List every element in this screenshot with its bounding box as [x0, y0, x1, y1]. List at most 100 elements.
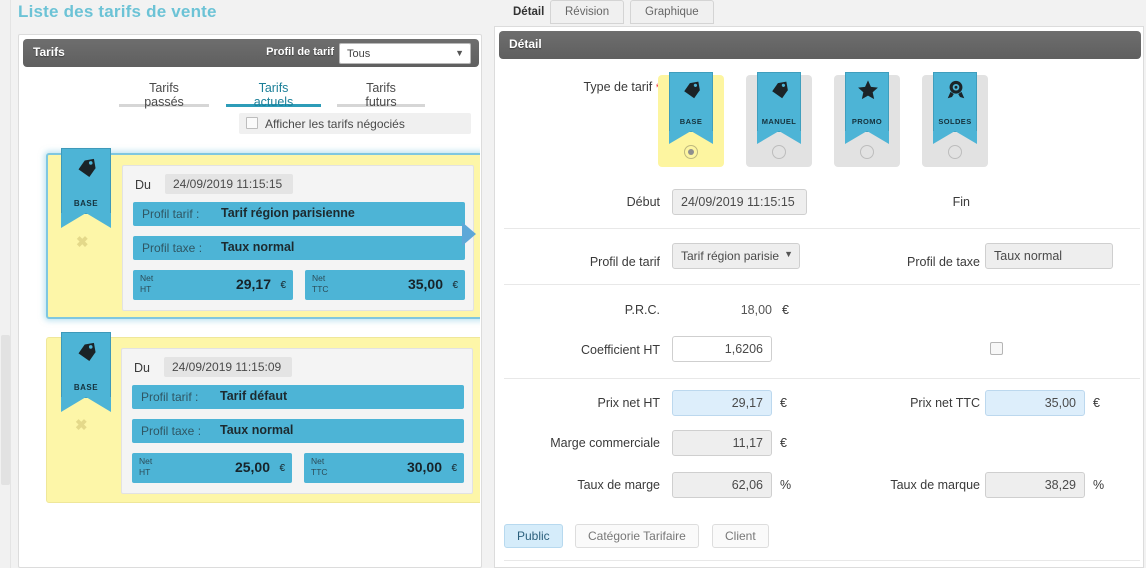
detail-panel-header: Détail: [499, 31, 1141, 59]
tarif-card-1-net-ht-l2: HT: [140, 284, 152, 294]
tab-detail-label: Détail: [513, 6, 545, 18]
type-tile-manuel[interactable]: MANUEL: [746, 72, 812, 167]
close-icon[interactable]: ✖: [76, 233, 89, 251]
marge-commerciale-unit: €: [780, 436, 787, 450]
price-tag-icon: [78, 342, 96, 361]
tarif-card-2[interactable]: BASE ✖ Du 24/09/2019 11:15:09 Profil tar…: [46, 332, 480, 503]
tarif-card-2-net-ttc-currency: €: [451, 463, 457, 474]
afficher-tarifs-negocies-row[interactable]: Afficher les tarifs négociés: [239, 113, 471, 134]
coefficient-ht-input[interactable]: 1,6206: [672, 336, 772, 362]
bottom-tab-categorie-tarifaire[interactable]: Catégorie Tarifaire: [575, 524, 699, 548]
divider-3: [504, 378, 1140, 379]
taux-de-marque-label: Taux de marque: [890, 478, 980, 492]
tarif-card-2-ribbon: BASE: [61, 332, 111, 412]
type-tile-promo-radio[interactable]: [860, 145, 874, 159]
type-tile-soldes-radio[interactable]: [948, 145, 962, 159]
profil-de-taxe-input: Taux normal: [985, 243, 1113, 269]
taux-de-marge-unit: %: [780, 478, 792, 492]
prix-net-ttc-input[interactable]: 35,00: [985, 390, 1085, 416]
tarif-card-2-profil-tarif-label: Profil tarif :: [141, 390, 199, 404]
tarif-card-1-ribbon: BASE: [61, 148, 111, 228]
tarif-card-1-net-ttc-value: 35,00: [407, 276, 443, 292]
type-tile-base-radio[interactable]: [684, 145, 698, 159]
chevron-down-icon: ▼: [784, 249, 793, 259]
type-tile-manuel-radio[interactable]: [772, 145, 786, 159]
tarif-card-1-net-ttc: Net TTC 35,00 €: [305, 270, 465, 300]
profil-tarif-filter-select[interactable]: Tous ▼: [339, 43, 471, 64]
tab-graphique[interactable]: Graphique: [630, 0, 714, 24]
close-icon[interactable]: ✖: [75, 416, 88, 434]
prix-net-ht-label: Prix net HT: [597, 396, 660, 410]
bottom-tab-public[interactable]: Public: [504, 524, 563, 548]
tarif-card-1-profil-tarif-value: Tarif région parisienne: [221, 206, 355, 220]
divider-1: [504, 228, 1140, 229]
window-scrollbar[interactable]: [0, 0, 11, 568]
right-panel: Détail Révision Graphique Détail Type de…: [490, 0, 1146, 568]
tab-tarifs-actuels[interactable]: Tarifs actuels: [226, 77, 321, 109]
price-tag-icon: [684, 81, 700, 99]
application-window: Liste des tarifs de vente Tarifs Profil …: [0, 0, 1146, 568]
page-title: Liste des tarifs de vente: [18, 2, 217, 21]
debut-input[interactable]: 24/09/2019 11:15:15: [672, 189, 807, 215]
price-tag-icon: [772, 81, 788, 99]
tarif-card-2-net-ht-l1: Net: [139, 456, 153, 466]
tarif-card-1-body: Du 24/09/2019 11:15:15 Profil tarif : Ta…: [122, 165, 474, 311]
prix-net-ht-unit: €: [780, 396, 787, 410]
type-tile-base-ribbon: BASE: [669, 72, 713, 144]
tarif-card-1-profil-tarif-label: Profil tarif :: [142, 207, 200, 221]
profil-tarif-filter-value: Tous: [347, 48, 371, 60]
type-tile-base-label: BASE: [679, 117, 703, 126]
prc-value: 18,00: [740, 303, 772, 317]
tarif-card-2-profil-taxe-value: Taux normal: [220, 423, 294, 437]
afficher-tarifs-negocies-checkbox[interactable]: [246, 117, 258, 129]
divider-4: [504, 560, 1140, 561]
coefficient-ht-label: Coefficient HT: [581, 343, 660, 357]
tarif-card-1-profil-tarif: Profil tarif : Tarif région parisienne: [133, 202, 465, 226]
type-tile-soldes[interactable]: SOLDES: [922, 72, 988, 167]
type-tile-manuel-ribbon: MANUEL: [757, 72, 801, 144]
tarif-card-2-ribbon-label: BASE: [73, 383, 99, 392]
tarif-card-2-net-ttc-l2: TTC: [311, 467, 328, 477]
tarif-card-2-net-ht-l2: HT: [139, 467, 151, 477]
tarif-card-2-du-label: Du: [134, 361, 150, 375]
tarifs-list-scroll-area[interactable]: BASE ✖ Du 24/09/2019 11:15:15 Profil tar…: [25, 139, 480, 563]
tab-tarifs-futurs[interactable]: Tarifs futurs: [337, 77, 425, 109]
tarif-card-2-net-ht: Net HT 25,00 €: [132, 453, 292, 483]
award-rosette-icon: [947, 80, 965, 99]
tab-revision-label: Révision: [565, 6, 610, 18]
profil-de-tarif-select[interactable]: Tarif région parisie ▼: [672, 243, 800, 269]
window-scrollbar-thumb[interactable]: [1, 335, 10, 485]
bottom-tab-public-label: Public: [517, 529, 550, 543]
coefficient-ht-checkbox[interactable]: [990, 342, 1003, 355]
taux-de-marque-input: 38,29: [985, 472, 1085, 498]
profil-de-tarif-value: Tarif région parisie: [681, 249, 780, 263]
bottom-tab-client[interactable]: Client: [712, 524, 769, 548]
tarif-card-1-net-ht-currency: €: [280, 280, 286, 291]
tarif-card-2-profil-tarif-value: Tarif défaut: [220, 389, 288, 403]
tarif-card-1-net-ht-l1: Net: [140, 273, 154, 283]
type-tile-promo[interactable]: PROMO: [834, 72, 900, 167]
tab-tarifs-passes[interactable]: Tarifs passés: [119, 77, 209, 109]
taux-de-marge-input: 62,06: [672, 472, 772, 498]
tab-revision[interactable]: Révision: [550, 0, 625, 24]
type-tile-soldes-ribbon: SOLDES: [933, 72, 977, 144]
prc-label: P.R.C.: [624, 303, 660, 317]
tarif-card-2-body: Du 24/09/2019 11:15:09 Profil tarif : Ta…: [121, 348, 473, 494]
marge-commerciale-label: Marge commerciale: [550, 436, 660, 450]
tarif-card-1[interactable]: BASE ✖ Du 24/09/2019 11:15:15 Profil tar…: [46, 148, 480, 319]
prix-net-ht-input[interactable]: 29,17: [672, 390, 772, 416]
tarif-card-2-net-ht-value: 25,00: [234, 459, 270, 475]
prc-unit: €: [782, 303, 789, 317]
tab-graphique-label: Graphique: [645, 6, 699, 18]
divider-2: [504, 284, 1140, 285]
tarifs-tabs: Tarifs passés Tarifs actuels Tarifs futu…: [19, 77, 481, 109]
debut-label: Début: [626, 195, 660, 209]
tarif-card-2-profil-taxe-label: Profil taxe :: [141, 424, 202, 438]
tarif-card-2-du-value: 24/09/2019 11:15:09: [164, 357, 292, 377]
tarif-card-1-net-ttc-l2: TTC: [312, 284, 329, 294]
type-tile-promo-label: PROMO: [851, 117, 883, 126]
chevron-down-icon: ▼: [455, 48, 464, 58]
type-tile-base[interactable]: BASE: [658, 72, 724, 167]
tab-tarifs-actuels-label: Tarifs actuels: [253, 81, 294, 109]
tab-tarifs-futurs-label: Tarifs futurs: [365, 81, 397, 109]
